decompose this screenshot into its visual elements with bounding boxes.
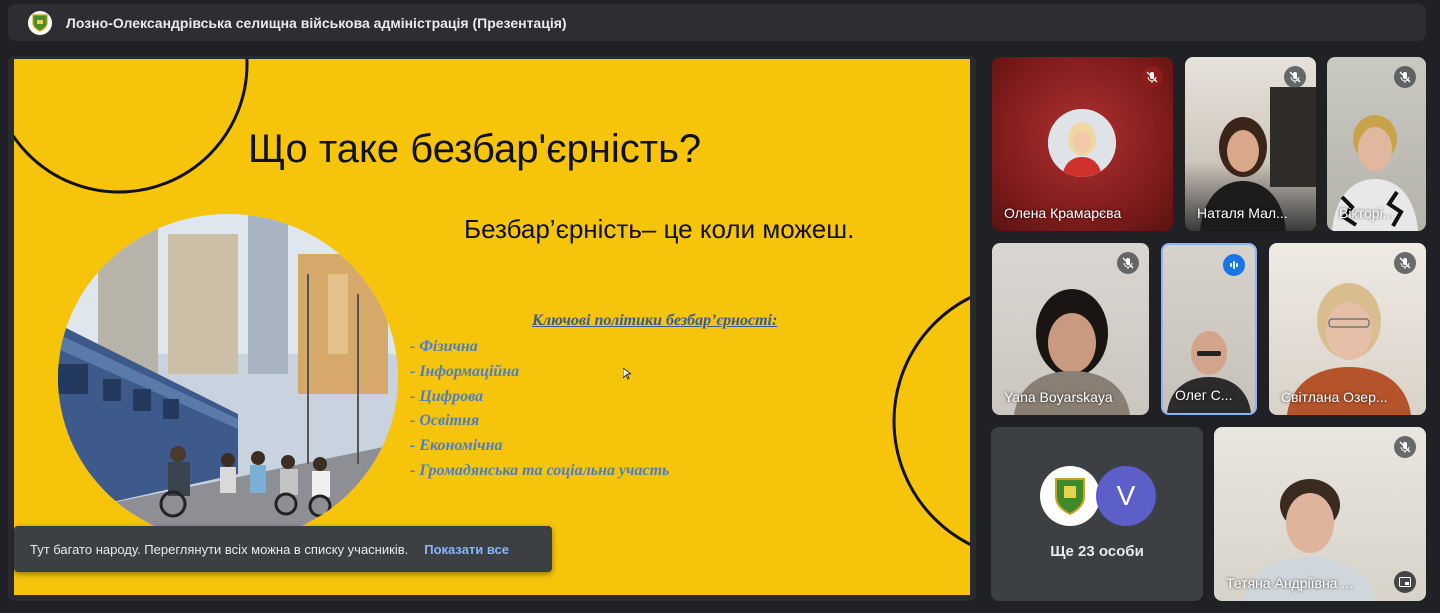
slide-subtitle: Безбар’єрність– це коли можеш. [464,214,855,244]
participant-tile[interactable]: Тетяна Андріївна ... [1214,427,1426,601]
decorative-arc-right [892,296,970,546]
participants-toast: Тут багато народу. Переглянути всіх можн… [14,526,552,572]
mic-off-icon [1394,66,1416,88]
policy-list: - Фізична - Інформаційна - Цифрова - Осв… [410,335,669,484]
avatar [1048,109,1116,177]
policy-item: - Фізична [410,338,478,355]
participant-name: Світлана Озер... [1281,389,1388,405]
avatar: V [1096,466,1156,526]
participant-name: Наталя Мал... [1197,205,1288,221]
show-all-button[interactable]: Показати все [424,542,509,557]
slide: Що таке безбар'єрність? Безбар’єрність– … [14,59,970,595]
participant-tile[interactable]: Олена Крамарєва [992,57,1173,231]
more-participants-label: Ще 23 особи [1050,543,1144,560]
toast-message: Тут багато народу. Переглянути всіх можн… [30,541,409,557]
participant-tile[interactable]: Наталя Мал... [1185,57,1316,231]
slide-title: Що таке безбар'єрність? [248,127,702,171]
participant-name: Тетяна Андріївна ... [1226,575,1354,591]
emblem-icon [28,10,52,35]
more-participants-tile[interactable]: V Ще 23 особи [991,427,1203,601]
mic-off-icon [1117,252,1139,274]
emblem-icon [1040,466,1100,526]
mic-off-icon [1284,66,1306,88]
mic-off-icon [1394,252,1416,274]
participant-tile[interactable]: Світлана Озер... [1269,243,1426,415]
picture-in-picture-icon[interactable] [1394,571,1416,593]
mouse-cursor-icon [622,367,633,383]
mic-off-icon [1394,436,1416,458]
participant-tile[interactable]: Вікторі... [1327,57,1426,231]
presentation-stage: Що таке безбар'єрність? Безбар’єрність– … [8,56,976,601]
station-photo [58,214,398,542]
policy-item: - Цифрова [410,387,484,405]
mic-off-icon [1141,66,1163,88]
meeting-title: Лозно-Олександрівська селищна військова … [66,14,567,31]
participant-name: Олег С... [1175,387,1233,403]
participant-name: Олена Крамарєва [1004,205,1122,221]
participant-name: Вікторі... [1339,205,1395,221]
participant-tile[interactable]: Олег С... [1161,243,1257,415]
policy-item: - Освітня [410,412,480,430]
participant-tile[interactable]: Yana Boyarskaya [992,243,1149,415]
policies-heading: Ключові політики безбар’єрності: [532,312,778,329]
speaking-indicator-icon [1223,254,1245,276]
meeting-title-bar: Лозно-Олександрівська селищна військова … [8,4,1426,41]
decorative-arc-top-left [14,59,249,194]
policy-item: - Економічна [410,437,503,455]
participant-name: Yana Boyarskaya [1004,389,1113,405]
policy-item: - Громадянська та соціальна участь [410,461,670,479]
